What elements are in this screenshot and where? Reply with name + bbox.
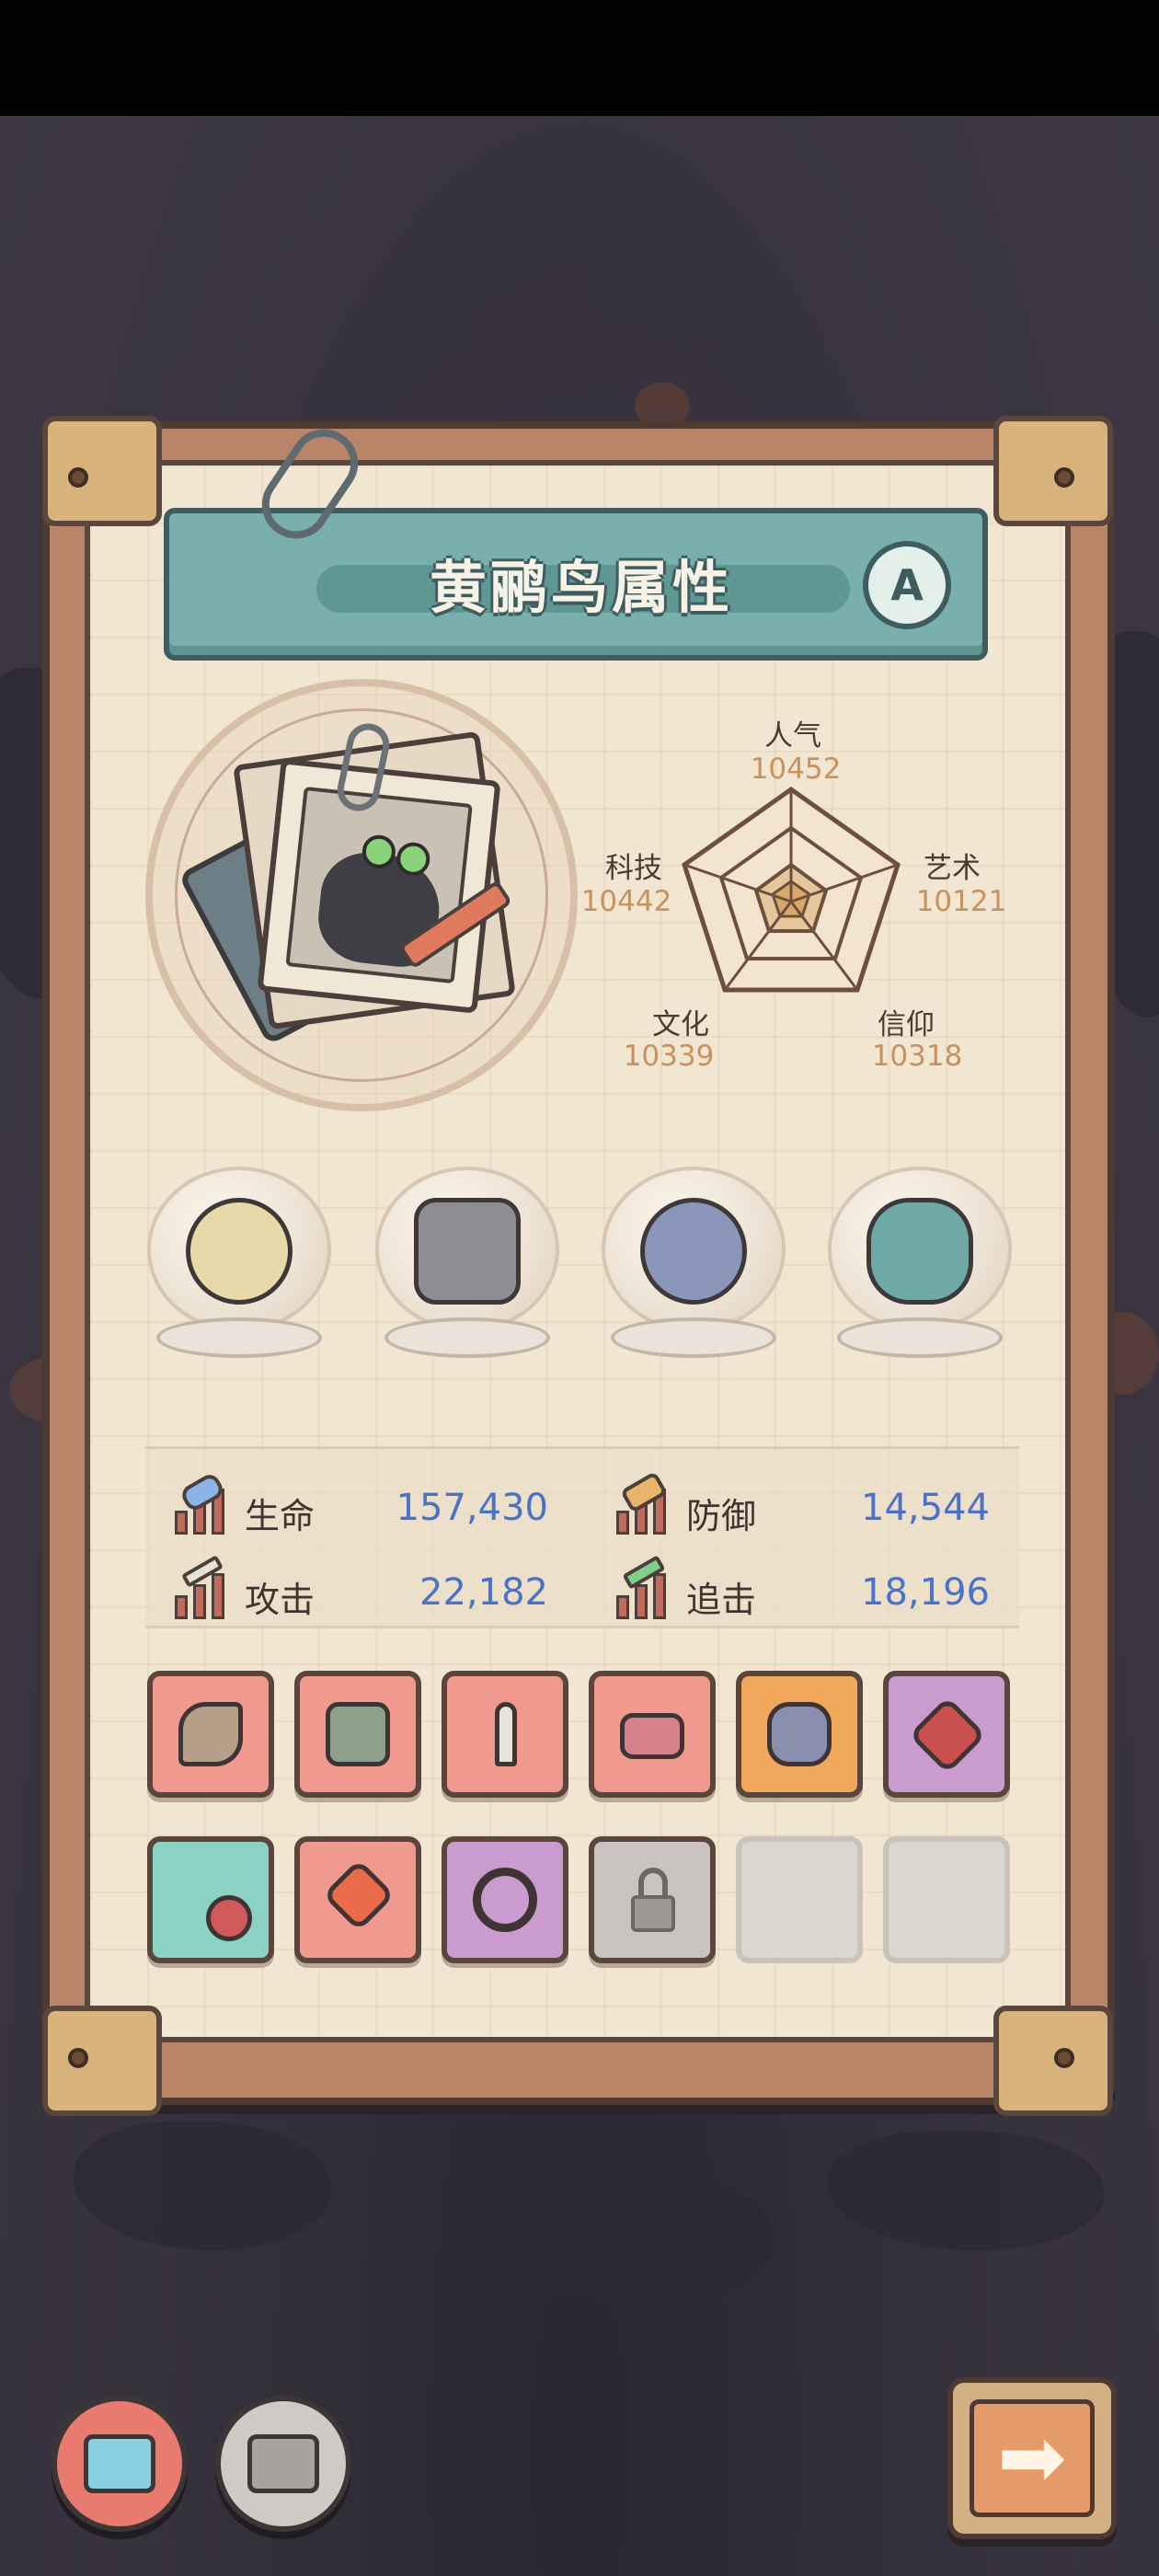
equipment-slot-7[interactable] — [147, 1836, 274, 1963]
gem-ring-icon — [473, 1868, 537, 1932]
attribute-label-art: 艺术 — [924, 852, 981, 885]
character-icon — [84, 2434, 155, 2493]
spiked-mace-icon — [322, 1858, 396, 1932]
board-corner-top-right — [993, 416, 1113, 526]
stat-label-hp: 生命 — [245, 1496, 316, 1536]
war-hammer-icon — [326, 1702, 390, 1766]
equipment-slot-4[interactable] — [589, 1671, 716, 1798]
equipment-slot-1[interactable] — [147, 1671, 274, 1798]
stat-value-hp: 157,430 — [396, 1487, 548, 1529]
amulet-icon — [908, 1696, 987, 1775]
attribute-label-technology: 科技 — [605, 852, 662, 885]
equipment-slot-locked[interactable] — [589, 1836, 716, 1963]
compass-relic-icon — [640, 1198, 747, 1305]
attribute-value-culture: 10339 — [623, 1040, 715, 1073]
relic-dna-helix[interactable] — [142, 1167, 337, 1358]
relic-compass[interactable] — [596, 1167, 791, 1358]
shield-icon — [613, 1470, 675, 1535]
chain-flail-icon — [206, 1895, 252, 1941]
equipment-slot-3[interactable] — [442, 1671, 568, 1798]
board-corner-bottom-left — [42, 2006, 162, 2116]
equipment-slot-5[interactable] — [736, 1671, 863, 1798]
stat-value-pursuit: 18,196 — [861, 1571, 990, 1614]
robot-icon — [247, 2434, 319, 2493]
attribute-label-popularity: 人气 — [764, 719, 821, 753]
attribute-value-technology: 10442 — [580, 885, 672, 918]
sword-icon — [171, 1555, 234, 1619]
next-arrow-icon: ➡ — [970, 2399, 1095, 2517]
equipment-slot-6[interactable] — [883, 1671, 1010, 1798]
stat-label-defense: 防御 — [686, 1496, 757, 1536]
next-button[interactable]: ➡ — [947, 2377, 1117, 2539]
attribute-value-faith: 10318 — [871, 1040, 963, 1073]
relic-robot-fist[interactable] — [370, 1167, 565, 1358]
equipment-slot-9[interactable] — [442, 1836, 568, 1963]
dagger-icon — [495, 1702, 517, 1766]
grade-badge[interactable]: A — [863, 541, 951, 629]
dna-helix-relic-icon — [186, 1198, 293, 1305]
stat-value-attack: 22,182 — [419, 1571, 548, 1614]
health-bar-icon — [171, 1470, 234, 1535]
robot-fist-relic-icon — [414, 1198, 521, 1305]
chest-armor-icon — [767, 1702, 832, 1766]
character-portrait[interactable] — [257, 758, 501, 1014]
status-bar — [0, 0, 1159, 116]
bracer-icon — [620, 1713, 684, 1759]
dragon-mask-relic-icon — [866, 1198, 973, 1305]
board-corner-top-left — [42, 416, 162, 526]
board-corner-bottom-right — [993, 2006, 1113, 2116]
equipment-slot-2[interactable] — [294, 1671, 421, 1798]
attribute-label-faith: 信仰 — [878, 1008, 935, 1041]
blaster-gun-icon — [178, 1702, 243, 1766]
equipment-slot-8[interactable] — [294, 1836, 421, 1963]
character-button[interactable] — [52, 2396, 188, 2532]
relic-dragon-mask[interactable] — [822, 1167, 1017, 1358]
stat-label-pursuit: 追击 — [686, 1580, 757, 1620]
arrow-icon — [613, 1555, 675, 1619]
attribute-radar-chart — [682, 786, 901, 993]
robot-button[interactable] — [215, 2396, 351, 2532]
attribute-value-art: 10121 — [915, 885, 1007, 918]
attribute-value-popularity: 10452 — [750, 753, 842, 786]
stat-label-attack: 攻击 — [245, 1580, 316, 1620]
equipment-slot-empty-1 — [736, 1836, 863, 1963]
attribute-label-culture: 文化 — [652, 1008, 709, 1041]
equipment-slot-empty-2 — [883, 1836, 1010, 1963]
stat-value-defense: 14,544 — [861, 1487, 990, 1529]
dragon-character-icon — [285, 786, 473, 984]
lock-icon — [631, 1895, 675, 1932]
